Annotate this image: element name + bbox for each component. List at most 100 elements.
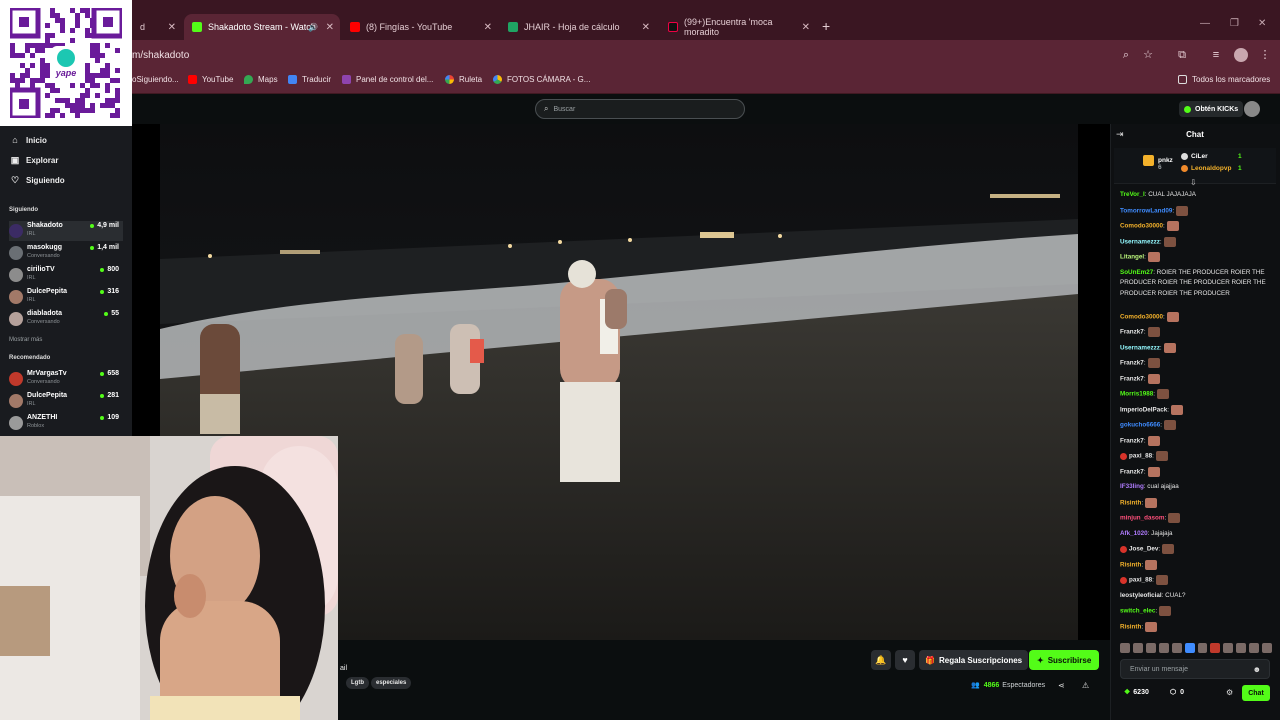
chat-username[interactable]: paxi_88: [1129, 453, 1152, 460]
media-control-icon[interactable]: ≡: [1209, 48, 1223, 62]
bookmark-item[interactable]: Panel de control del...: [342, 75, 433, 84]
share-icon[interactable]: ⋖: [1058, 681, 1065, 690]
chat-settings-icon[interactable]: ⚙: [1226, 688, 1233, 697]
chat-username[interactable]: switch_elec: [1120, 608, 1155, 615]
close-tab-icon[interactable]: ✕: [168, 22, 176, 33]
user-avatar[interactable]: [1244, 101, 1260, 117]
chat-username[interactable]: Franzk7: [1120, 329, 1144, 336]
extensions-icon[interactable]: ⧉: [1175, 48, 1189, 62]
get-kicks-button[interactable]: Obtén KICKs: [1179, 101, 1244, 117]
chat-username[interactable]: gokucho6666: [1120, 422, 1160, 429]
nav-explore[interactable]: ▣ Explorar: [10, 155, 59, 166]
bookmark-item[interactable]: oSiguiendo...: [132, 75, 179, 84]
zoom-icon[interactable]: ⌕: [1119, 48, 1133, 62]
close-tab-icon[interactable]: ✕: [802, 22, 810, 33]
chat-message: Usernamezzz:: [1120, 342, 1270, 354]
chat-username[interactable]: IF33ling: [1120, 483, 1144, 490]
chat-text: :: [1159, 238, 1162, 246]
recommended-channel[interactable]: ANZETHI Roblox 109: [9, 413, 123, 433]
chat-username[interactable]: Comodo30000: [1120, 313, 1163, 320]
close-tab-icon[interactable]: ✕: [642, 22, 650, 33]
browser-tab-active[interactable]: Shakadoto Stream - Watch 🔊 ✕: [184, 14, 340, 40]
profile-avatar[interactable]: [1234, 48, 1248, 62]
chat-username[interactable]: Risinth: [1120, 561, 1141, 568]
recommended-channel[interactable]: MrVargasTv Conversando 658: [9, 369, 123, 389]
kicks-balance[interactable]: ❖ 6230: [1124, 688, 1149, 696]
chat-message: paxi_88:: [1120, 575, 1270, 586]
nav-home[interactable]: ⌂ Inicio: [10, 135, 47, 145]
chat-username[interactable]: paxi_88: [1129, 577, 1152, 584]
chat-username[interactable]: Morris1988: [1120, 391, 1153, 398]
close-tab-icon[interactable]: ✕: [484, 22, 492, 33]
chat-username[interactable]: TomorrowLand09: [1120, 207, 1172, 214]
chat-username[interactable]: Usernamezzz: [1120, 238, 1160, 245]
chat-username[interactable]: ImperioDelPack: [1120, 406, 1167, 413]
chat-username[interactable]: Afk_1020: [1120, 530, 1148, 537]
chat-message: ImperioDelPack:: [1120, 404, 1270, 416]
search-input[interactable]: ⌕ Buscar: [535, 99, 745, 119]
speaker-icon[interactable]: 🔊: [308, 23, 318, 32]
bookmark-item[interactable]: Traducir: [288, 75, 331, 84]
chat-username[interactable]: Litangel: [1120, 254, 1144, 261]
user-badge-icon: [1181, 165, 1188, 172]
bookmark-item[interactable]: FOTOS CÁMARA - G...: [493, 75, 590, 84]
wheel-icon: [445, 75, 454, 84]
chat-username[interactable]: minjun_dasom: [1120, 515, 1164, 522]
followed-channel[interactable]: diabladota Conversando 55: [9, 309, 123, 329]
scroll-down-icon[interactable]: ⇩: [1190, 178, 1197, 187]
recommended-channel[interactable]: DulcePepita IRL 281: [9, 391, 123, 411]
followed-channel[interactable]: DulcePepita IRL 316: [9, 287, 123, 307]
chat-username[interactable]: Franzk7: [1120, 468, 1144, 475]
browser-tab[interactable]: JHAIR - Hoja de cálculo ✕: [500, 14, 656, 40]
close-window-icon[interactable]: ✕: [1258, 18, 1266, 29]
chat-username[interactable]: Franzk7: [1120, 375, 1144, 382]
qr-code-image: yape: [10, 8, 122, 118]
all-bookmarks[interactable]: Todos los marcadores: [1178, 75, 1270, 84]
notifications-bell-button[interactable]: 🔔: [871, 650, 891, 670]
chat-username[interactable]: Risinth: [1120, 499, 1141, 506]
followed-channel[interactable]: masokugg Conversando 1,4 mil: [9, 243, 123, 263]
chat-message: Usernamezzz:: [1120, 236, 1270, 248]
show-more-link[interactable]: Mostrar más: [9, 337, 42, 343]
chat-username[interactable]: Comodo30000: [1120, 223, 1163, 230]
followed-channel[interactable]: cirilioTV IRL 800: [9, 265, 123, 285]
more-menu-icon[interactable]: ⋮: [1258, 48, 1272, 62]
chat-username[interactable]: TreVor_I: [1120, 191, 1145, 198]
emoji-picker-icon[interactable]: ☻: [1253, 665, 1261, 674]
report-icon[interactable]: ⚠: [1082, 681, 1089, 690]
followed-channel[interactable]: Shakadoto IRL 4,9 mil: [9, 221, 123, 241]
chat-username[interactable]: leostyleoficial: [1120, 592, 1162, 599]
chat-message-input[interactable]: Enviar un mensaje ☻: [1120, 659, 1270, 679]
browser-tab[interactable]: (8) Fingías - YouTube ✕: [342, 14, 498, 40]
bookmark-item[interactable]: Ruleta: [445, 75, 482, 84]
restore-icon[interactable]: ❐: [1230, 18, 1239, 29]
chat-username[interactable]: Risinth: [1120, 623, 1141, 630]
gift-subs-button[interactable]: 🎁 Regala Suscripciones: [919, 650, 1029, 670]
chat-message: SoUnEm27: ROIER THE PRODUCER ROIER THE P…: [1120, 268, 1270, 300]
bookmark-item[interactable]: Maps: [244, 75, 278, 84]
bookmark-item[interactable]: YouTube: [188, 75, 233, 84]
send-chat-button[interactable]: Chat: [1242, 685, 1270, 701]
quick-emote-row[interactable]: [1120, 643, 1273, 655]
chat-username[interactable]: Jose_Dev: [1129, 546, 1158, 553]
url-text[interactable]: m/shakadoto: [132, 50, 189, 61]
chat-username[interactable]: SoUnEm27: [1120, 269, 1153, 276]
bookmark-star-icon[interactable]: ☆: [1141, 48, 1155, 62]
nav-following[interactable]: ♡ Siguiendo: [10, 175, 65, 186]
new-tab-icon[interactable]: +: [822, 18, 830, 34]
youtube-icon: [188, 75, 197, 84]
browser-tab[interactable]: d ✕: [132, 14, 182, 40]
browser-tab[interactable]: (99+)Encuentra 'moca moradito ✕: [660, 14, 816, 40]
follow-heart-button[interactable]: ♥: [895, 650, 915, 670]
subscribe-button[interactable]: ✦ Suscribirse: [1029, 650, 1100, 670]
close-tab-icon[interactable]: ✕: [326, 22, 334, 33]
chat-username[interactable]: Franzk7: [1120, 360, 1144, 367]
chat-username[interactable]: Usernamezzz: [1120, 344, 1160, 351]
channel-points[interactable]: ⬡ 0: [1170, 688, 1184, 696]
stream-tag[interactable]: Lgtb: [346, 677, 369, 689]
leaderboard-entry[interactable]: CiLer: [1181, 153, 1208, 160]
chat-username[interactable]: Franzk7: [1120, 437, 1144, 444]
leaderboard-entry[interactable]: Leonaldopvp: [1181, 165, 1231, 172]
minimize-icon[interactable]: —: [1200, 18, 1210, 29]
stream-tag[interactable]: especiales: [371, 677, 412, 689]
